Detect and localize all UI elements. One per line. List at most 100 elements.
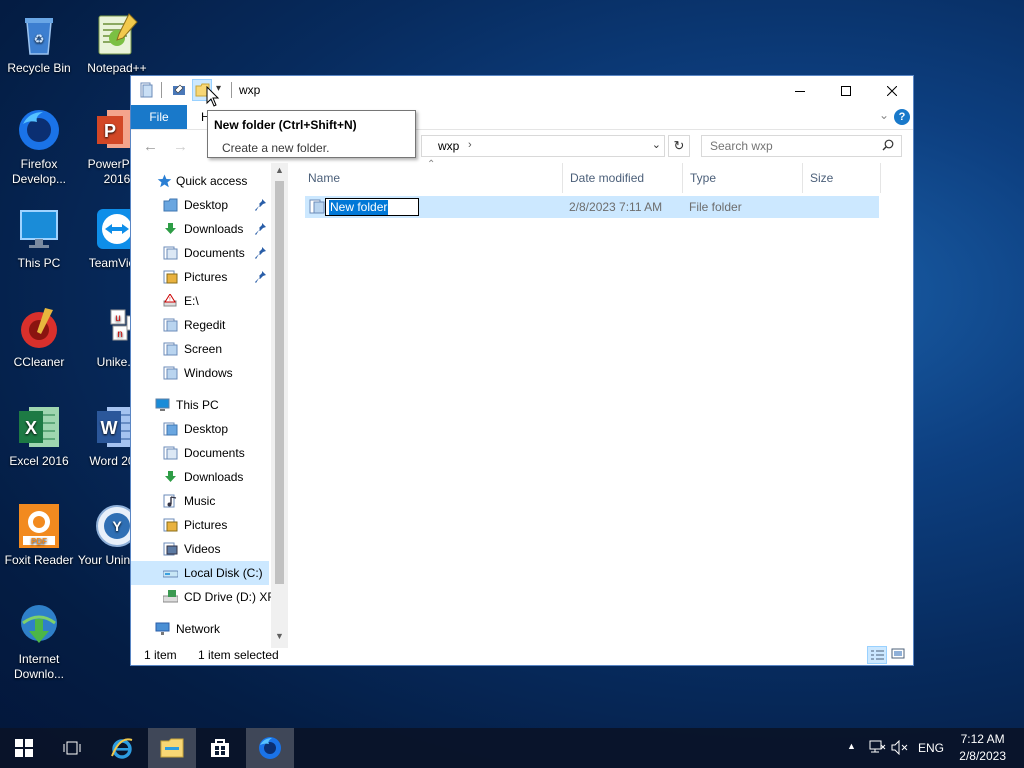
sidebar-item-music[interactable]: Music — [131, 489, 269, 513]
maximize-button[interactable] — [823, 76, 869, 105]
desktop-icon-idm[interactable]: Internet Downlo... — [0, 601, 80, 682]
details-view-button[interactable] — [867, 646, 887, 664]
taskbar-firefox-developer[interactable] — [246, 728, 294, 768]
svg-text:u: u — [115, 313, 121, 324]
large-icons-view-icon — [891, 648, 905, 659]
pin-icon[interactable] — [255, 222, 267, 236]
sidebar-item-label: Pictures — [184, 518, 228, 532]
desktop-icon-foxit[interactable]: PDF Foxit Reader — [0, 502, 80, 568]
sidebar-item-videos[interactable]: Videos — [131, 537, 269, 561]
show-hidden-icons-chevron-icon[interactable]: ▲ — [847, 741, 856, 751]
sidebar-item-pc-downloads[interactable]: Downloads — [131, 465, 269, 489]
sidebar-item-this-pc[interactable]: This PC — [131, 393, 269, 417]
sidebar-item-local-disk-c[interactable]: Local Disk (C:) — [131, 561, 269, 585]
scroll-up-icon[interactable]: ▲ — [275, 165, 284, 175]
volume-muted-icon[interactable] — [891, 740, 909, 755]
address-bar[interactable]: wxp › ⌄ — [421, 135, 665, 157]
taskbar-file-explorer[interactable] — [148, 728, 196, 768]
computer-icon — [15, 205, 63, 253]
table-row[interactable]: New folder 2/8/2023 7:11 AM File folder — [305, 196, 879, 218]
svg-text:X: X — [25, 418, 37, 438]
sidebar-item-documents[interactable]: Documents — [131, 241, 269, 265]
column-header-name[interactable]: Name — [301, 163, 563, 193]
rename-text[interactable]: New folder — [329, 200, 389, 215]
sidebar-item-pc-documents[interactable]: Documents — [131, 441, 269, 465]
sidebar-item-screen[interactable]: Screen — [131, 337, 269, 361]
breadcrumb-separator[interactable]: › — [468, 139, 472, 151]
music-icon — [163, 494, 177, 508]
task-view-button[interactable] — [48, 728, 96, 768]
rename-input[interactable]: New folder — [325, 198, 419, 216]
desktop-icon-this-pc[interactable]: This PC — [0, 205, 80, 271]
sidebar-item-downloads[interactable]: Downloads — [131, 217, 269, 241]
sidebar-item-pictures[interactable]: Pictures — [131, 265, 269, 289]
hard-drive-icon — [163, 570, 178, 578]
address-history-dropdown-icon[interactable]: ⌄ — [652, 138, 661, 151]
start-button[interactable] — [0, 728, 48, 768]
details-view-icon — [871, 650, 884, 660]
sidebar-item-network[interactable]: Network — [131, 617, 269, 641]
computer-icon — [155, 398, 170, 411]
desktop-icon-notepadpp[interactable]: Notepad++ — [76, 10, 158, 76]
refresh-button[interactable]: ↻ — [668, 135, 690, 157]
input-language[interactable]: ENG — [918, 741, 944, 755]
documents-icon — [163, 446, 178, 460]
desktop-icon-label: Internet Downlo... — [13, 652, 65, 681]
sidebar-item-pc-desktop[interactable]: Desktop — [131, 417, 269, 441]
sidebar-item-pc-pictures[interactable]: Pictures — [131, 513, 269, 537]
sidebar-item-windows[interactable]: Windows — [131, 361, 269, 385]
sidebar-item-regedit[interactable]: Regedit — [131, 313, 269, 337]
sidebar-item-label: Local Disk (C:) — [184, 566, 263, 580]
search-icon[interactable] — [882, 139, 894, 151]
desktop-icon-recycle-bin[interactable]: ♻ Recycle Bin — [0, 10, 80, 76]
file-list[interactable]: ⌃ Name Date modified Type Size New folde… — [301, 159, 911, 648]
column-header-type[interactable]: Type — [683, 163, 803, 193]
search-input[interactable] — [708, 138, 872, 154]
taskbar: ▲ ENG 7:12 AM 2/8/2023 — [0, 728, 1024, 768]
internet-download-manager-icon — [15, 601, 63, 649]
pin-icon[interactable] — [255, 198, 267, 212]
properties-icon[interactable] — [171, 82, 187, 98]
sidebar-item-desktop[interactable]: Desktop — [131, 193, 269, 217]
clock-time: 7:12 AM — [960, 732, 1005, 746]
sidebar-item-cd-drive-d[interactable]: CD Drive (D:) XR — [131, 585, 276, 609]
status-bar: 1 item 1 item selected — [131, 646, 913, 665]
expand-ribbon-icon[interactable]: ⌄ — [879, 108, 889, 122]
file-explorer-window[interactable]: ▾ wxp File H ⌄ ? ← → wxp › ⌄ ↻ Search wx… — [130, 75, 914, 666]
sidebar-item-label: Downloads — [184, 222, 244, 236]
file-tab[interactable]: File — [131, 105, 187, 129]
clock[interactable]: 7:12 AM 2/8/2023 — [959, 731, 1006, 765]
column-header-size[interactable]: Size — [803, 163, 881, 193]
sidebar-item-quick-access[interactable]: Quick access — [131, 169, 269, 193]
close-button[interactable] — [869, 76, 915, 105]
large-icons-view-button[interactable] — [889, 646, 909, 664]
title-bar[interactable]: ▾ wxp — [131, 76, 913, 105]
taskbar-store[interactable] — [196, 728, 244, 768]
pin-icon[interactable] — [255, 270, 267, 284]
selection-count: 1 item selected — [198, 648, 279, 662]
column-header-date-modified[interactable]: Date modified — [563, 163, 683, 193]
breadcrumb[interactable]: wxp — [438, 139, 459, 153]
forward-arrow-icon[interactable]: → — [173, 138, 188, 155]
scroll-down-icon[interactable]: ▼ — [275, 631, 284, 641]
desktop-icon-excel[interactable]: X Excel 2016 — [0, 403, 80, 469]
back-arrow-icon[interactable]: ← — [143, 138, 158, 155]
desktop-icon-label: Firefox Develop... — [11, 157, 67, 186]
taskbar-internet-explorer[interactable] — [98, 728, 146, 768]
minimize-icon — [795, 90, 805, 92]
network-icon[interactable] — [869, 740, 886, 755]
desktop-icon-firefox-dev[interactable]: Firefox Develop... — [0, 106, 80, 187]
sidebar-item-label: Videos — [184, 542, 221, 556]
sidebar-item-e-drive[interactable]: ! E:\ — [131, 289, 269, 313]
scrollbar-thumb[interactable] — [275, 181, 284, 584]
desktop-icon-ccleaner[interactable]: CCleaner — [0, 304, 80, 370]
qat-divider — [161, 82, 162, 98]
help-button[interactable]: ? — [894, 109, 910, 125]
row-date-modified: 2/8/2023 7:11 AM — [569, 200, 663, 214]
sidebar-item-label: Network — [176, 622, 221, 636]
minimize-button[interactable] — [777, 76, 823, 105]
sidebar-scrollbar[interactable]: ▲ ▼ — [271, 163, 288, 648]
pin-icon[interactable] — [255, 246, 267, 260]
search-box[interactable] — [701, 135, 902, 157]
pictures-icon — [163, 270, 178, 284]
